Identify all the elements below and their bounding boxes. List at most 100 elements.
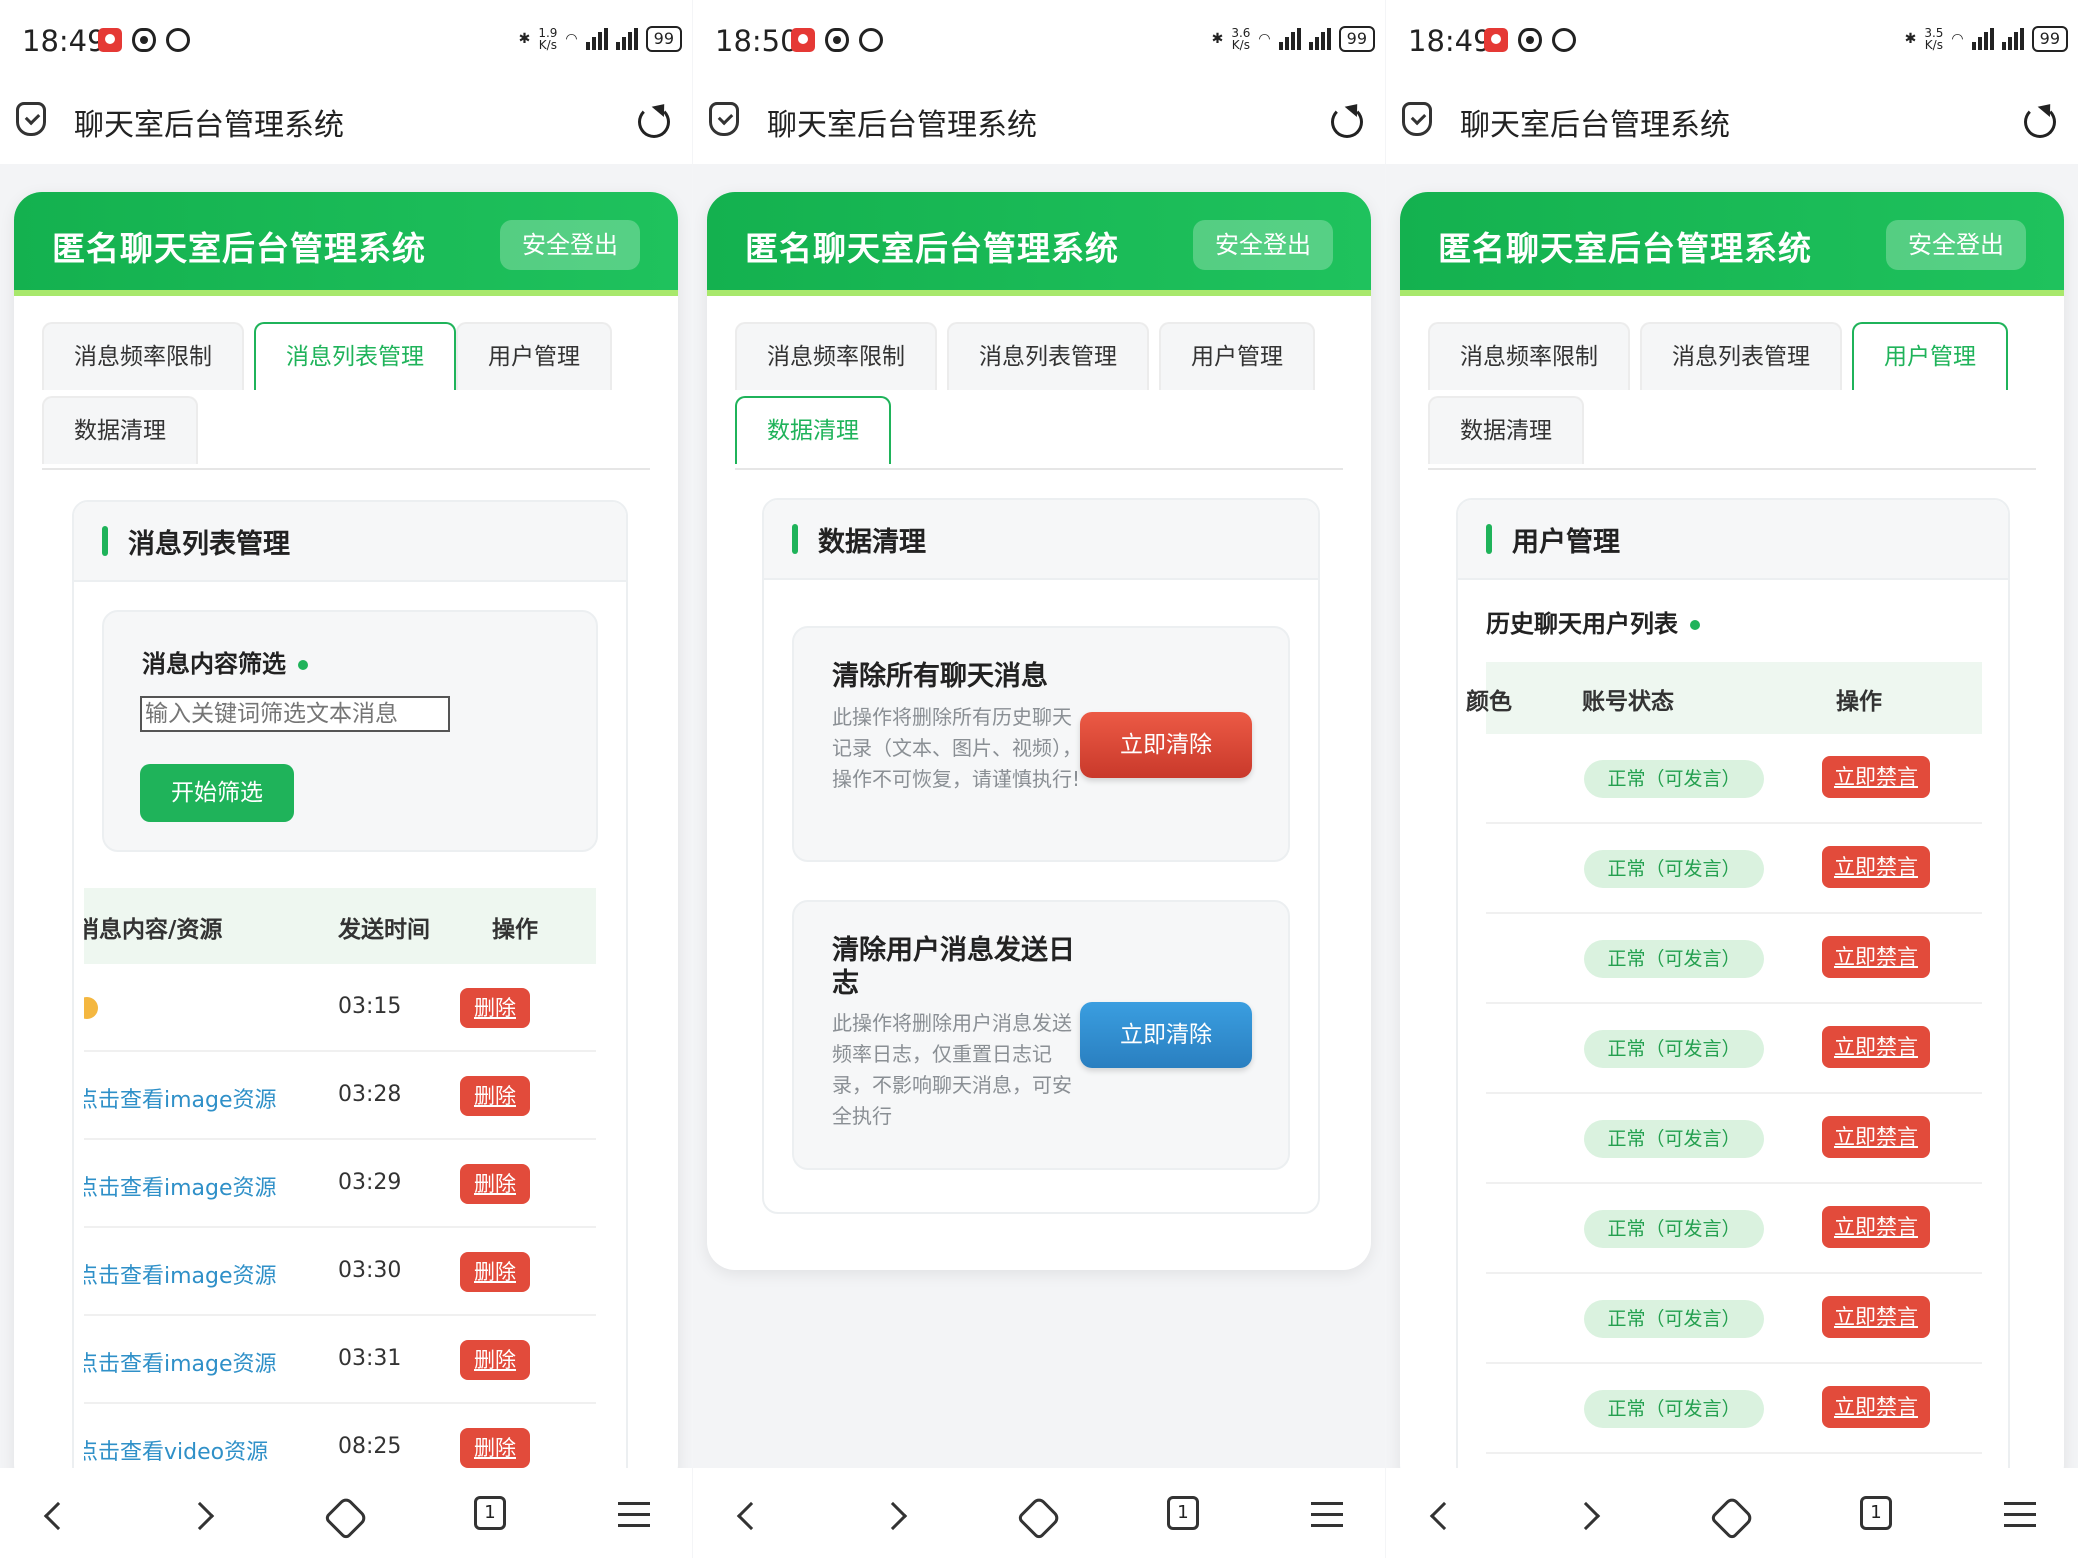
tabs-count-icon[interactable]: 1 <box>474 1496 506 1530</box>
resource-link[interactable]: 点击查看image资源 <box>84 1258 277 1290</box>
send-time: 03:29 <box>338 1170 402 1195</box>
home-icon[interactable] <box>323 1495 369 1541</box>
table-row: 正常（可发言） 立即禁言 <box>1486 1274 1982 1364</box>
reload-icon[interactable] <box>638 106 670 138</box>
back-icon[interactable] <box>736 1501 766 1531</box>
forward-icon[interactable] <box>185 1501 215 1531</box>
delete-button[interactable]: 删除 <box>460 1252 530 1292</box>
battery-icon: 99 <box>645 26 682 52</box>
clear-messages-button[interactable]: 立即清除 <box>1080 712 1252 778</box>
user-table: 颜色 账号状态 操作 正常（可发言） 立即禁言 正常（可发言） 立即禁言 正常（可发… <box>1466 662 1982 1454</box>
signal-icon <box>1308 28 1331 50</box>
forward-icon[interactable] <box>1571 1501 1601 1531</box>
reload-icon[interactable] <box>1331 106 1363 138</box>
mute-button[interactable]: 立即禁言 <box>1822 1386 1930 1428</box>
panel-title: 数据清理 <box>818 527 926 558</box>
app-header: 匿名聊天室后台管理系统 安全登出 <box>1400 192 2064 296</box>
menu-icon[interactable] <box>618 1502 650 1535</box>
resource-link[interactable]: 点击查看image资源 <box>84 1346 277 1378</box>
tab-users[interactable]: 用户管理 <box>1159 322 1315 390</box>
network-speed: 1.9 K/s <box>538 26 558 52</box>
browser-address-bar[interactable]: 聊天室后台管理系统 <box>693 84 1385 164</box>
table-row: 点击查看image资源 03:29 删除 <box>84 1140 596 1228</box>
tabs-count-icon[interactable]: 1 <box>1860 1496 1892 1530</box>
mute-button[interactable]: 立即禁言 <box>1822 1206 1930 1248</box>
reload-icon[interactable] <box>2024 106 2056 138</box>
table-row: 正常（可发言） 立即禁言 <box>1486 734 1982 824</box>
status-badge: 正常（可发言） <box>1584 850 1764 888</box>
tab-users[interactable]: 用户管理 <box>456 322 612 390</box>
status-dot <box>298 660 308 670</box>
tab-users[interactable]: 用户管理 <box>1852 322 2008 390</box>
browser-address-bar[interactable]: 聊天室后台管理系统 <box>1386 84 2078 164</box>
tab-data-clean[interactable]: 数据清理 <box>42 396 198 464</box>
tab-message-list[interactable]: 消息列表管理 <box>947 322 1149 390</box>
send-time: 03:28 <box>338 1082 402 1107</box>
delete-button[interactable]: 删除 <box>460 1340 530 1380</box>
table-header: 颜色 账号状态 操作 <box>1466 662 1982 734</box>
keyword-input[interactable] <box>140 696 450 732</box>
tab-bar: 消息频率限制 消息列表管理 用户管理 数据清理 <box>42 322 650 470</box>
delete-button[interactable]: 删除 <box>460 988 530 1028</box>
resource-link[interactable]: 点击查看image资源 <box>84 1082 277 1114</box>
filter-button[interactable]: 开始筛选 <box>140 764 294 822</box>
home-icon[interactable] <box>1016 1495 1062 1541</box>
delete-button[interactable]: 删除 <box>460 1164 530 1204</box>
column-header: 发送时间 <box>338 917 430 943</box>
tabs-count-icon[interactable]: 1 <box>1167 1496 1199 1530</box>
signal-icon <box>615 28 638 50</box>
tab-data-clean[interactable]: 数据清理 <box>1428 396 1584 464</box>
status-badge: 正常（可发言） <box>1584 1300 1764 1338</box>
resource-link[interactable]: 点击查看video资源 <box>84 1434 268 1466</box>
mute-button[interactable]: 立即禁言 <box>1822 1026 1930 1068</box>
mute-button[interactable]: 立即禁言 <box>1822 1296 1930 1338</box>
table-row: 点击查看image资源 03:31 删除 <box>84 1316 596 1404</box>
tab-rate-limit[interactable]: 消息频率限制 <box>735 322 937 390</box>
back-icon[interactable] <box>43 1501 73 1531</box>
phone-screen-messages: 18:49 ✱ 1.9 K/s ◠ 99 聊天室后台管理系统 匿名聊天室后台管理系… <box>0 0 692 1558</box>
status-badge: 正常（可发言） <box>1584 1030 1764 1068</box>
table-header: 消息内容/资源 发送时间 操作 <box>84 888 596 964</box>
delete-button[interactable]: 删除 <box>460 1076 530 1116</box>
tab-data-clean[interactable]: 数据清理 <box>735 396 891 464</box>
mute-button[interactable]: 立即禁言 <box>1822 756 1930 798</box>
clear-logs-button[interactable]: 立即清除 <box>1080 1002 1252 1068</box>
status-badge: 正常（可发言） <box>1584 1210 1764 1248</box>
browser-page-title: 聊天室后台管理系统 <box>767 108 1037 143</box>
section-accent <box>792 524 798 554</box>
tab-message-list[interactable]: 消息列表管理 <box>254 322 456 390</box>
app-title: 匿名聊天室后台管理系统 <box>1438 229 1812 268</box>
shield-check-icon <box>16 102 46 136</box>
wifi-icon: ◠ <box>1951 31 1964 47</box>
home-icon[interactable] <box>1709 1495 1755 1541</box>
battery-icon: 99 <box>2031 26 2068 52</box>
menu-icon[interactable] <box>1311 1502 1343 1535</box>
mute-button[interactable]: 立即禁言 <box>1822 1116 1930 1158</box>
tab-rate-limit[interactable]: 消息频率限制 <box>42 322 244 390</box>
logout-button[interactable]: 安全登出 <box>1193 220 1333 270</box>
signal-icon <box>2001 28 2024 50</box>
tab-rate-limit[interactable]: 消息频率限制 <box>1428 322 1630 390</box>
back-icon[interactable] <box>1429 1501 1459 1531</box>
table-row: 点击查看image资源 03:30 删除 <box>84 1228 596 1316</box>
mute-button[interactable]: 立即禁言 <box>1822 846 1930 888</box>
delete-button[interactable]: 删除 <box>460 1428 530 1468</box>
app-notification-icon <box>791 28 815 52</box>
menu-icon[interactable] <box>2004 1502 2036 1535</box>
panel-title: 用户管理 <box>1512 527 1620 558</box>
resource-link[interactable]: 点击查看image资源 <box>84 1170 277 1202</box>
tab-bar: 消息频率限制 消息列表管理 用户管理 数据清理 <box>1428 322 2036 470</box>
browser-address-bar[interactable]: 聊天室后台管理系统 <box>0 84 692 164</box>
logout-button[interactable]: 安全登出 <box>500 220 640 270</box>
mute-button[interactable]: 立即禁言 <box>1822 936 1930 978</box>
table-row: 正常（可发言） 立即禁言 <box>1486 1004 1982 1094</box>
emoji-icon <box>84 997 98 1019</box>
user-list-title: 历史聊天用户列表 <box>1486 604 1700 639</box>
alarm-icon <box>1552 28 1576 52</box>
tab-message-list[interactable]: 消息列表管理 <box>1640 322 1842 390</box>
column-header: 操作 <box>1836 689 1882 715</box>
logout-button[interactable]: 安全登出 <box>1886 220 2026 270</box>
filter-box: 消息内容筛选 开始筛选 <box>102 610 598 852</box>
alarm-icon <box>859 28 883 52</box>
forward-icon[interactable] <box>878 1501 908 1531</box>
